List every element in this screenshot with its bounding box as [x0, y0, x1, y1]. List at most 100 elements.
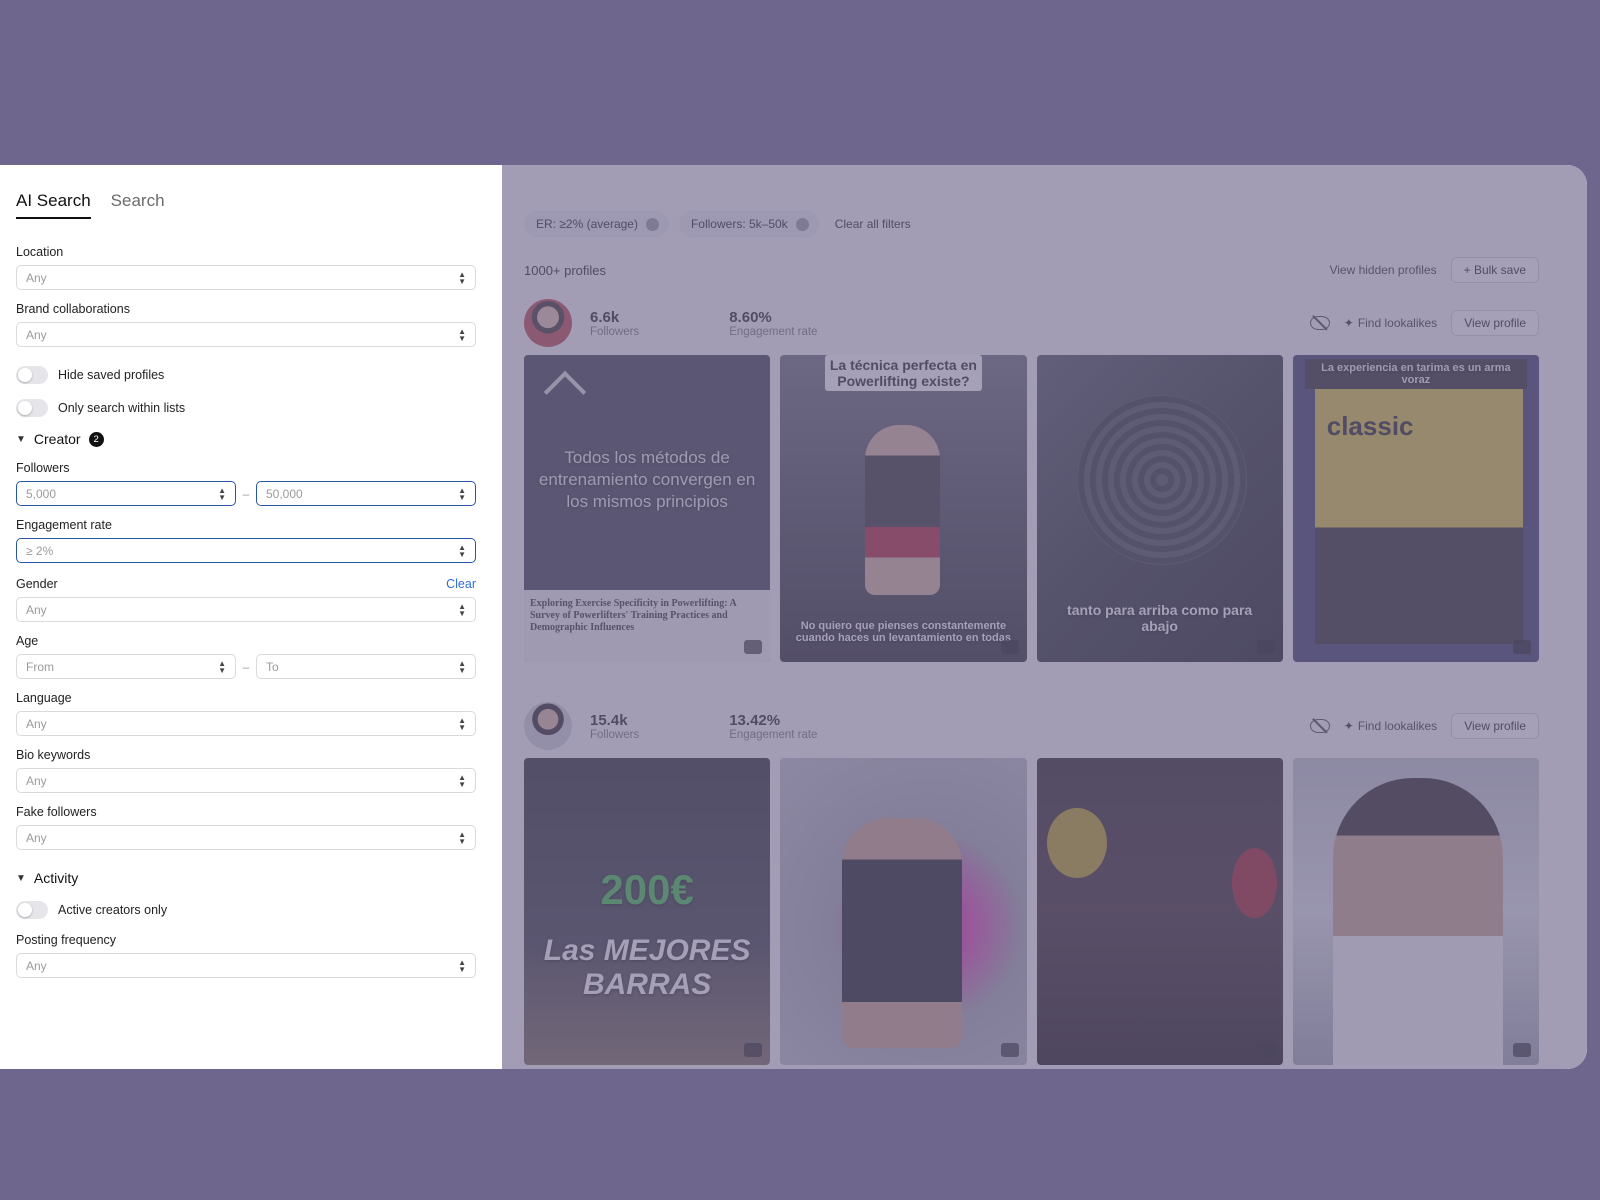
post-thumbnail[interactable]: [1292, 758, 1539, 1065]
fake-followers-select[interactable]: Any ▲ ▼: [16, 825, 476, 850]
updown-icon: ▲ ▼: [218, 658, 226, 675]
engagement-select[interactable]: ≥ 2% ▲ ▼: [16, 538, 476, 563]
only-lists-toggle[interactable]: [16, 399, 48, 417]
video-icon: [744, 1043, 763, 1057]
gender-label: Gender Clear: [16, 577, 476, 591]
view-profile-button[interactable]: View profile: [1451, 713, 1539, 739]
post-thumbnail[interactable]: classic La experiencia en tarima es un a…: [1292, 355, 1539, 662]
age-from-select[interactable]: From ▲ ▼: [16, 654, 236, 679]
post-grid: 200€ Las MEJORES BARRAS: [524, 758, 1539, 1065]
results-bar: 1000+ profiles View hidden profiles + Bu…: [524, 257, 1539, 283]
activity-section-title: Activity: [33, 870, 79, 886]
bio-label: Bio keywords: [16, 748, 91, 762]
find-lookalikes-button[interactable]: ✦ Find lookalikes: [1344, 316, 1437, 330]
age-filter: Age From ▲ ▼ – To ▲ ▼: [16, 634, 476, 679]
filter-chip-followers[interactable]: Followers: 5k–50k: [678, 211, 819, 237]
followers-max-input[interactable]: 50,000 ▲ ▼: [256, 481, 476, 506]
updown-icon: ▲ ▼: [218, 485, 226, 502]
updown-icon: ▲ ▼: [458, 485, 466, 502]
language-select[interactable]: Any ▲ ▼: [16, 711, 476, 736]
post-thumbnail[interactable]: [780, 758, 1027, 1065]
hide-saved-row: Hide saved profiles: [16, 365, 476, 385]
view-hidden-profiles[interactable]: View hidden profiles: [1329, 263, 1436, 277]
active-only-label: Active creators only: [58, 903, 168, 917]
age-label: Age: [16, 634, 39, 648]
language-filter: Language Any ▲ ▼: [16, 691, 476, 736]
results-panel: ER: ≥2% (average) Followers: 5k–50k Clea…: [502, 165, 1587, 1069]
avatar[interactable]: [524, 299, 572, 347]
gender-clear-link[interactable]: Clear: [446, 577, 476, 591]
hide-saved-label: Hide saved profiles: [58, 368, 165, 382]
gender-filter: Gender Clear Any ▲ ▼: [16, 577, 476, 622]
creator-section-toggle[interactable]: ▼ Creator 2: [16, 431, 476, 447]
creator-section-title: Creator: [33, 431, 81, 447]
location-select[interactable]: Any ▲ ▼: [16, 265, 476, 290]
creator-filter-count: 2: [88, 431, 104, 447]
posting-frequency-label: Posting frequency: [16, 933, 117, 947]
bio-select[interactable]: Any ▲ ▼: [16, 768, 476, 793]
view-profile-button[interactable]: View profile: [1451, 310, 1539, 336]
hide-saved-toggle[interactable]: [16, 366, 48, 384]
age-to-select[interactable]: To ▲ ▼: [256, 654, 476, 679]
video-icon: [1000, 1043, 1019, 1057]
profile-card: 6.6k Followers 8.60% Engagement rate ✦ Fi…: [524, 299, 1539, 662]
range-dash: –: [242, 659, 250, 674]
post-thumbnail[interactable]: 200€ Las MEJORES BARRAS: [524, 758, 771, 1065]
gender-select[interactable]: Any ▲ ▼: [16, 597, 476, 622]
posting-frequency-filter: Posting frequency Any ▲ ▼: [16, 933, 476, 978]
filter-chip-er[interactable]: ER: ≥2% (average): [524, 211, 669, 237]
updown-icon: ▲ ▼: [458, 658, 466, 675]
eye-off-icon[interactable]: [1309, 316, 1330, 330]
post-thumbnail[interactable]: [1036, 758, 1283, 1065]
location-label: Location: [16, 245, 64, 259]
find-lookalikes-button[interactable]: ✦ Find lookalikes: [1344, 719, 1437, 733]
updown-icon: ▲ ▼: [458, 542, 466, 559]
tab-ai-search[interactable]: AI Search: [16, 191, 91, 219]
post-thumbnail[interactable]: tanto para arriba como para abajo: [1036, 355, 1283, 662]
updown-icon: ▲ ▼: [458, 772, 466, 789]
updown-icon: ▲ ▼: [458, 957, 466, 974]
video-icon: [1513, 1043, 1531, 1057]
engagement-stat: 8.60% Engagement rate: [729, 308, 818, 338]
followers-filter: Followers 5,000 ▲ ▼ – 50,000 ▲ ▼: [16, 461, 476, 506]
sparkle-icon: ✦: [1343, 719, 1354, 733]
location-filter: Location Any ▲ ▼: [16, 245, 476, 290]
brand-select[interactable]: Any ▲ ▼: [16, 322, 476, 347]
updown-icon: ▲ ▼: [458, 715, 466, 732]
posting-frequency-select[interactable]: Any ▲ ▼: [16, 953, 476, 978]
bio-filter: Bio keywords Any ▲ ▼: [16, 748, 476, 793]
bulk-save-button[interactable]: + Bulk save: [1450, 257, 1539, 283]
followers-min-input[interactable]: 5,000 ▲ ▼: [16, 481, 236, 506]
remove-icon[interactable]: [795, 217, 809, 231]
chevron-down-icon: ▼: [16, 872, 26, 884]
results-count: 1000+ profiles: [524, 262, 607, 278]
eye-off-icon[interactable]: [1309, 719, 1330, 733]
updown-icon: ▲ ▼: [458, 601, 466, 618]
filters-sidebar: AI Search Search Location Any ▲ ▼ Brand co…: [0, 165, 502, 1069]
profile-card: 15.4k Followers 13.42% Engagement rate ✦…: [524, 702, 1539, 1065]
chevron-down-icon: ▼: [16, 433, 26, 445]
tab-search[interactable]: Search: [111, 191, 165, 219]
video-icon: [1000, 640, 1019, 654]
post-thumbnail[interactable]: La técnica perfecta en Powerlifting exis…: [780, 355, 1027, 662]
remove-icon[interactable]: [645, 217, 659, 231]
video-icon: [744, 640, 763, 654]
only-lists-label: Only search within lists: [58, 401, 186, 415]
post-grid: Todos los métodos de entrenamiento conve…: [524, 355, 1539, 662]
activity-section-toggle[interactable]: ▼ Activity: [16, 870, 476, 886]
active-only-row: Active creators only: [16, 900, 476, 920]
fake-followers-filter: Fake followers Any ▲ ▼: [16, 805, 476, 850]
avatar[interactable]: [524, 702, 572, 750]
video-icon: [1256, 640, 1275, 654]
engagement-label: Engagement rate: [16, 518, 112, 532]
active-filters: ER: ≥2% (average) Followers: 5k–50k Clea…: [524, 211, 1539, 237]
clear-all-filters[interactable]: Clear all filters: [835, 217, 911, 231]
fake-followers-label: Fake followers: [16, 805, 97, 819]
followers-label: Followers: [16, 461, 70, 475]
video-icon: [1513, 640, 1531, 654]
updown-icon: ▲ ▼: [458, 326, 466, 343]
post-thumbnail[interactable]: Todos los métodos de entrenamiento conve…: [524, 355, 771, 662]
app-window: AI Search Search Location Any ▲ ▼ Brand co…: [0, 165, 1587, 1069]
range-dash: –: [242, 486, 250, 501]
active-only-toggle[interactable]: [16, 901, 48, 919]
